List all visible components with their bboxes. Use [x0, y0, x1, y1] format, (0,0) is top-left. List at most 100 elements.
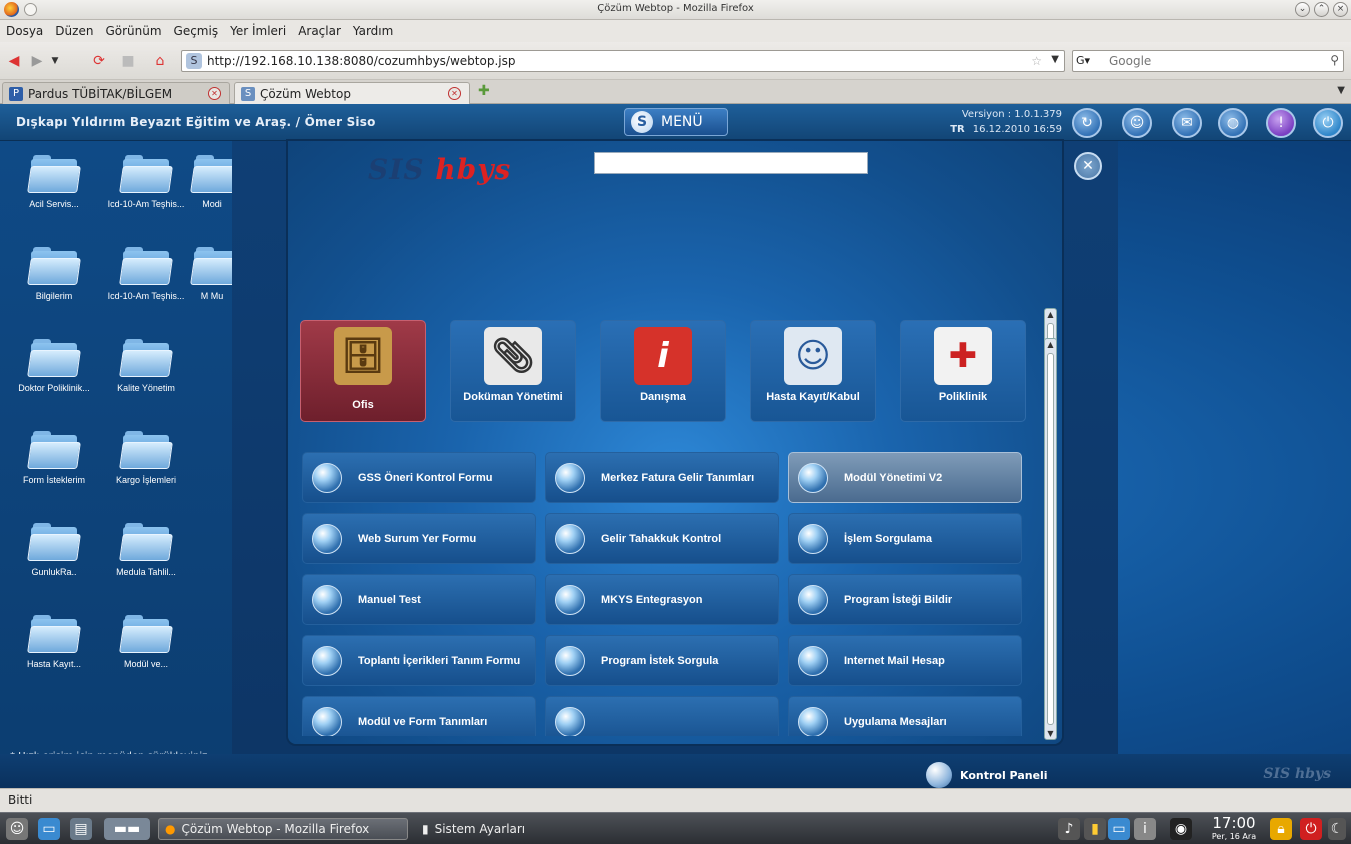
- search-engine-icon[interactable]: G▾: [1076, 53, 1104, 69]
- tray-app-icon[interactable]: ◉: [1170, 818, 1192, 840]
- desktop-shortcut[interactable]: Bilgilerim: [8, 247, 100, 302]
- form-button[interactable]: Toplantı İçerikleri Tanım Formu: [302, 635, 536, 686]
- desktop-shortcut[interactable]: Medula Tahlil...: [100, 523, 192, 578]
- computer-icon[interactable]: ▤: [70, 818, 92, 840]
- form-button[interactable]: İşlem Sorgulama: [788, 513, 1022, 564]
- shortcut-label: Icd-10-Am Teşhis...: [107, 291, 185, 301]
- form-button[interactable]: Merkez Fatura Gelir Tanımları: [545, 452, 779, 503]
- menu-search-input[interactable]: [594, 152, 868, 174]
- file-manager-icon[interactable]: ▭: [38, 818, 60, 840]
- form-scrollbar[interactable]: ▲ ▼: [1044, 338, 1057, 740]
- tab-cozum-webtop[interactable]: S Çözüm Webtop ✕: [234, 82, 470, 104]
- url-dropdown-icon[interactable]: ▼: [1051, 54, 1059, 65]
- tab-pardus[interactable]: P Pardus TÜBİTAK/BİLGEM ✕: [2, 82, 230, 104]
- folder-icon: [119, 523, 173, 561]
- new-tab-icon[interactable]: ✚: [478, 83, 490, 99]
- form-label: Program İsteği Bildir: [844, 593, 953, 606]
- scroll-up-icon[interactable]: ▲: [1045, 339, 1056, 350]
- bookmark-star-icon[interactable]: ☆: [1031, 54, 1042, 68]
- close-tab-icon[interactable]: ✕: [448, 87, 461, 100]
- form-button[interactable]: MKYS Entegrasyon: [545, 574, 779, 625]
- folder-icon: [119, 155, 173, 193]
- menu-yardim[interactable]: Yardım: [353, 24, 393, 38]
- close-menu-icon[interactable]: ✕: [1074, 152, 1102, 180]
- mail-icon[interactable]: ✉: [1172, 108, 1202, 138]
- volume-icon[interactable]: ♪: [1058, 818, 1080, 840]
- battery-icon[interactable]: ▮: [1084, 818, 1106, 840]
- main-menu-button[interactable]: S MENÜ: [624, 108, 728, 136]
- folder-icon: [27, 431, 81, 469]
- form-button[interactable]: Modül ve Form Tanımları: [302, 696, 536, 736]
- desktop-shortcut[interactable]: GunlukRa..: [8, 523, 100, 578]
- form-button[interactable]: Manuel Test: [302, 574, 536, 625]
- task-system-settings[interactable]: ▮ Sistem Ayarları: [416, 818, 616, 840]
- close-window-button[interactable]: ×: [1333, 2, 1348, 17]
- info-tray-icon[interactable]: i: [1134, 818, 1156, 840]
- minimize-button[interactable]: ⌄: [1295, 2, 1310, 17]
- search-input[interactable]: [1109, 53, 1319, 69]
- home-icon[interactable]: ⌂: [152, 53, 168, 69]
- url-bar[interactable]: S ☆ ▼: [181, 50, 1065, 72]
- desktop-shortcut[interactable]: Kargo İşlemleri: [100, 431, 192, 486]
- forward-icon[interactable]: ▶: [29, 53, 45, 69]
- refresh-icon[interactable]: ↻: [1072, 108, 1102, 138]
- reload-icon[interactable]: ⟳: [91, 53, 107, 69]
- alert-icon[interactable]: !: [1266, 108, 1296, 138]
- close-tab-icon[interactable]: ✕: [208, 87, 221, 100]
- folder-icon: [119, 431, 173, 469]
- desktop-shortcut[interactable]: Hasta Kayıt...: [8, 615, 100, 670]
- form-button[interactable]: Modül Yönetimi V2: [788, 452, 1022, 503]
- shortcut-label: Acil Servis...: [29, 199, 79, 209]
- menu-araclar[interactable]: Araçlar: [298, 24, 341, 38]
- menu-duzen[interactable]: Düzen: [55, 24, 93, 38]
- desktop-shortcut[interactable]: Modi: [190, 155, 244, 210]
- menu-yer-imleri[interactable]: Yer İmleri: [230, 24, 286, 38]
- desktop-shortcut[interactable]: Form İsteklerim: [8, 431, 100, 486]
- clock[interactable]: 17:00 Per, 16 Ara: [1206, 815, 1262, 842]
- desktop-shortcut[interactable]: Icd-10-Am Teşhis...: [100, 247, 192, 302]
- pardus-menu-icon[interactable]: ☺: [6, 818, 28, 840]
- scroll-down-icon[interactable]: ▼: [1045, 728, 1056, 739]
- back-icon[interactable]: ◀: [6, 53, 22, 69]
- scroll-thumb[interactable]: [1047, 353, 1054, 725]
- form-button[interactable]: Web Surum Yer Formu: [302, 513, 536, 564]
- network-icon[interactable]: ▭: [1108, 818, 1130, 840]
- desktop-shortcut[interactable]: M Mu: [190, 247, 244, 302]
- menu-gorunum[interactable]: Görünüm: [105, 24, 161, 38]
- form-button[interactable]: GSS Öneri Kontrol Formu: [302, 452, 536, 503]
- search-icon[interactable]: ⚲: [1330, 53, 1339, 67]
- form-label: Manuel Test: [358, 593, 421, 606]
- desktop-shortcut[interactable]: Kalite Yönetim: [100, 339, 192, 394]
- desktop-shortcut[interactable]: Icd-10-Am Teşhis...: [100, 155, 192, 210]
- maximize-button[interactable]: ⌃: [1314, 2, 1329, 17]
- url-input[interactable]: [207, 54, 1027, 68]
- tab-list-icon[interactable]: ▼: [1337, 85, 1345, 96]
- form-button[interactable]: Internet Mail Hesap: [788, 635, 1022, 686]
- task-firefox[interactable]: ● Çözüm Webtop - Mozilla Firefox: [158, 818, 408, 840]
- lock-icon[interactable]: 🔒︎: [1270, 818, 1292, 840]
- power-icon[interactable]: ⏻: [1313, 108, 1343, 138]
- history-dropdown-icon[interactable]: ▼: [47, 53, 63, 69]
- form-label: İşlem Sorgulama: [844, 532, 933, 545]
- control-panel-button[interactable]: Kontrol Paneli: [926, 762, 1048, 788]
- form-button[interactable]: Program İsteği Bildir: [788, 574, 1022, 625]
- form-button[interactable]: Gelir Tahakkuk Kontrol: [545, 513, 779, 564]
- desktop-shortcut[interactable]: Doktor Poliklinik...: [8, 339, 100, 394]
- menu-gecmis[interactable]: Geçmiş: [174, 24, 219, 38]
- form-button[interactable]: [545, 696, 779, 736]
- stop-icon[interactable]: ■: [120, 53, 136, 69]
- webtop-footer: [0, 754, 1351, 788]
- globe-icon[interactable]: ◍: [1218, 108, 1248, 138]
- scroll-up-icon[interactable]: ▲: [1045, 309, 1056, 320]
- form-button[interactable]: Program İstek Sorgula: [545, 635, 779, 686]
- desktop-switcher-icon[interactable]: ▬▬: [104, 818, 150, 840]
- menu-dosya[interactable]: Dosya: [6, 24, 43, 38]
- desktop-shortcut[interactable]: Acil Servis...: [8, 155, 100, 210]
- moon-icon[interactable]: ☾: [1328, 818, 1346, 840]
- form-button[interactable]: Uygulama Mesajları: [788, 696, 1022, 736]
- desktop-shortcut[interactable]: Modül ve...: [100, 615, 192, 670]
- users-icon[interactable]: ☺: [1122, 108, 1152, 138]
- shutdown-icon[interactable]: ⏻: [1300, 818, 1322, 840]
- menu-label: MENÜ: [661, 114, 703, 130]
- search-bar[interactable]: G▾ ⚲: [1072, 50, 1344, 72]
